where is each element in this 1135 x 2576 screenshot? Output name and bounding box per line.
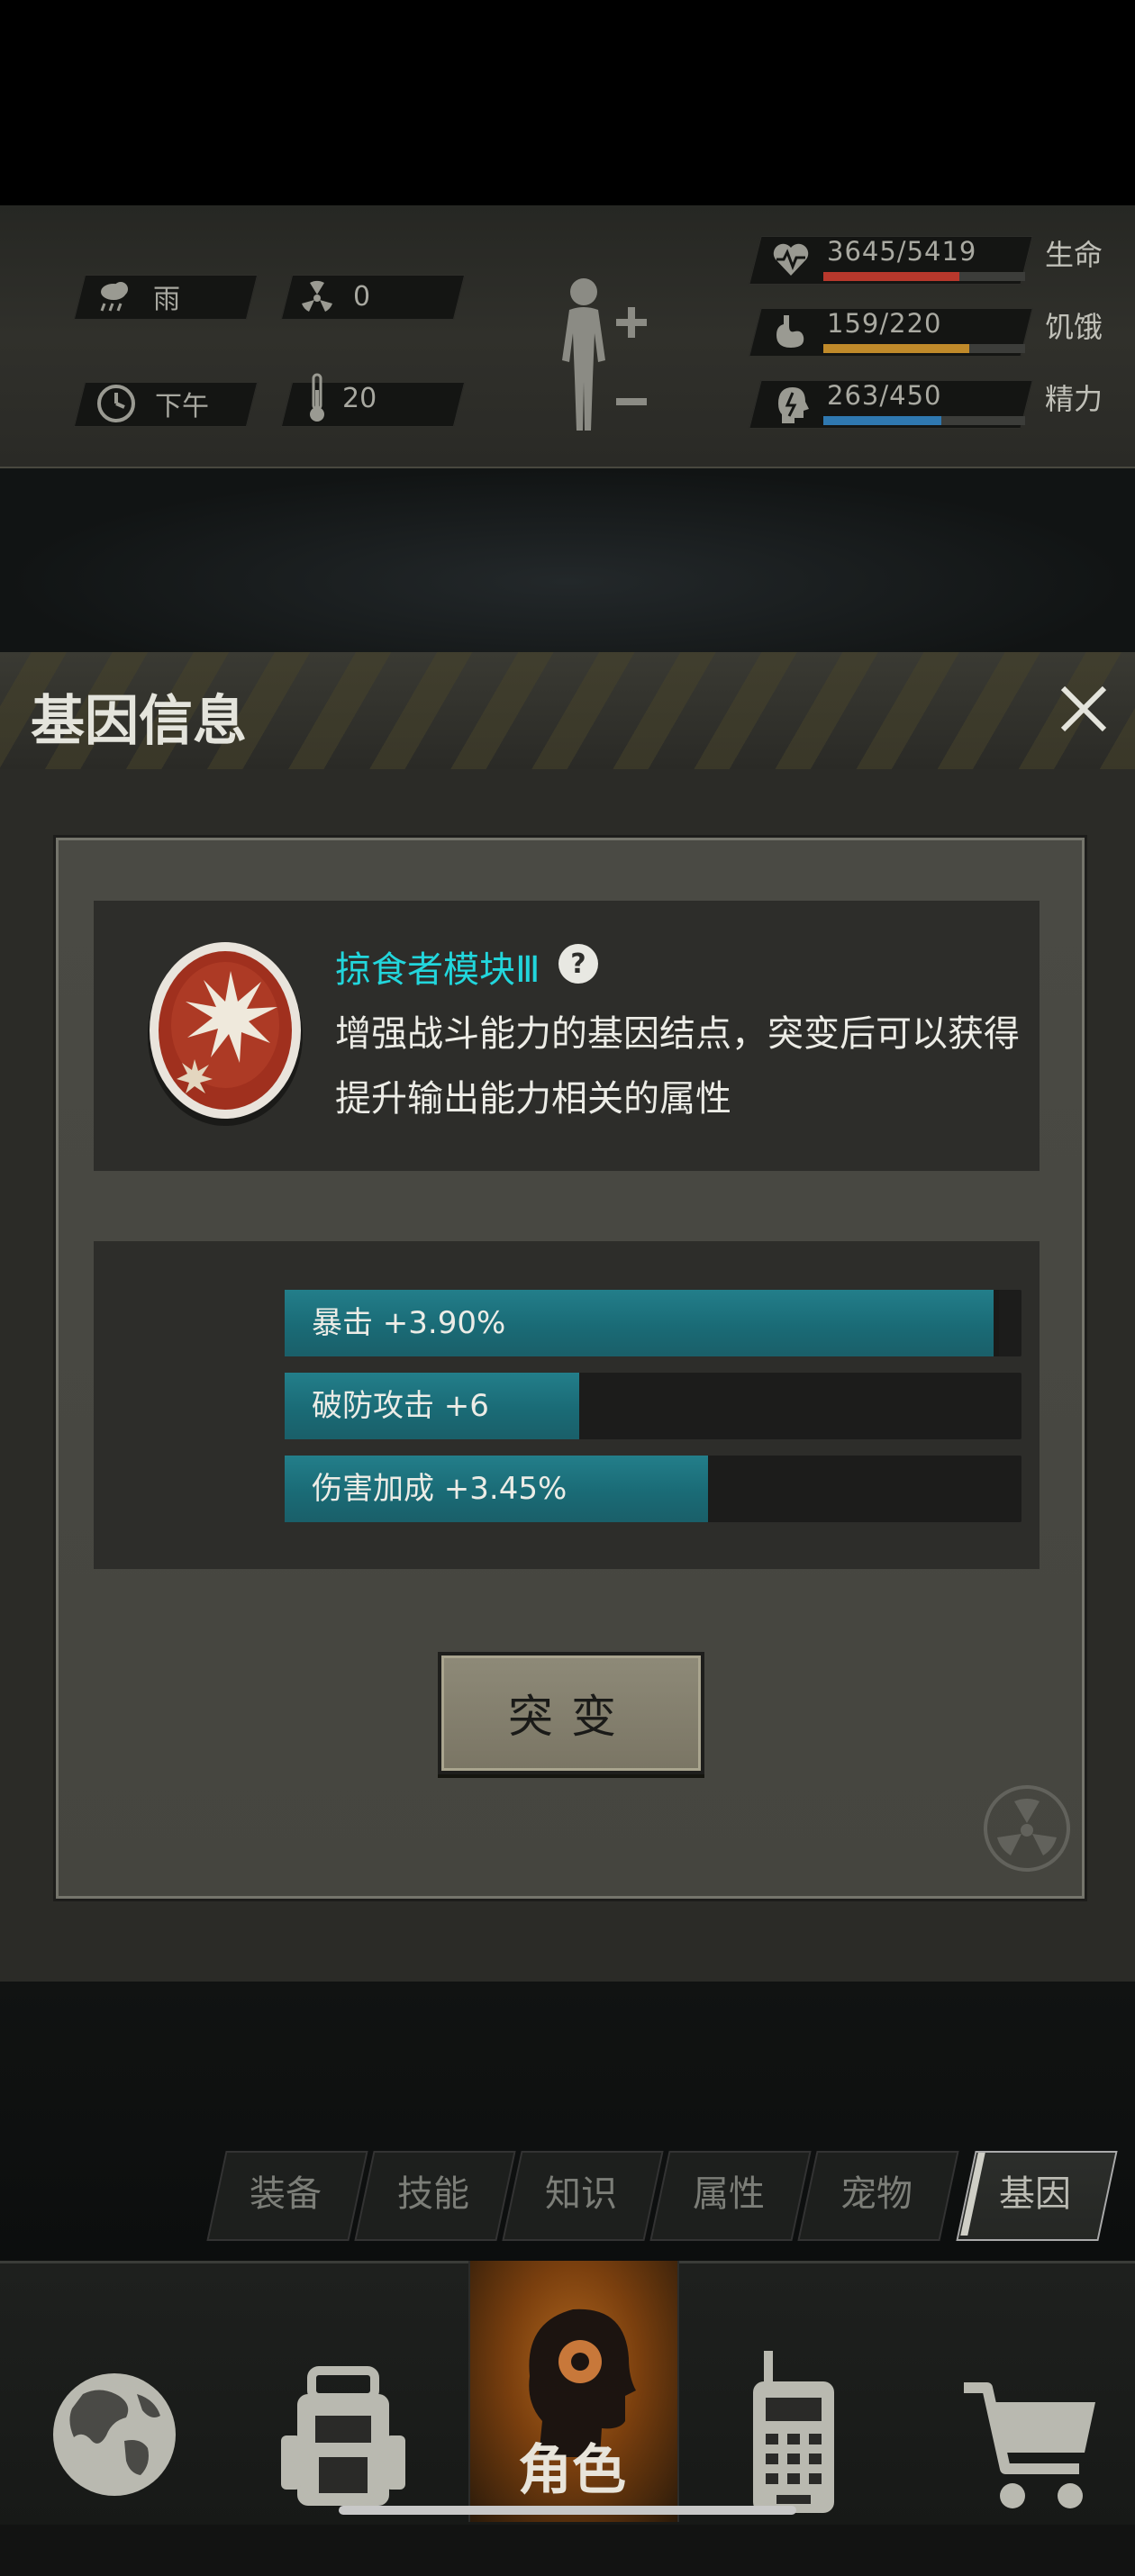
close-icon[interactable] — [1054, 679, 1113, 739]
backpack-icon[interactable] — [276, 2311, 411, 2569]
thermometer-icon — [310, 373, 324, 422]
hunger-bar — [823, 344, 1025, 353]
energy-value: 263/450 — [827, 380, 942, 411]
clock-icon — [97, 385, 135, 422]
nav-role-label: 角色 — [518, 2439, 626, 2502]
stomach-icon — [776, 315, 804, 348]
globe-icon[interactable] — [47, 2306, 182, 2563]
scene-background — [0, 468, 1135, 658]
top-black-band — [0, 0, 1135, 205]
stat-row-hunger: 159/220 饥饿 — [749, 304, 1124, 358]
temperature-chip: 20 — [304, 373, 377, 422]
energy-label: 精力 — [1045, 382, 1103, 416]
attribute-label: 暴击 +3.90% — [312, 1305, 506, 1341]
dialog-title: 基因信息 — [31, 690, 247, 753]
time-label: 下午 — [155, 391, 209, 422]
attribute-label: 破防攻击 +6 — [312, 1388, 489, 1424]
tab-label: 宠物 — [840, 2173, 913, 2215]
home-indicator — [339, 2506, 796, 2515]
predator-gene-emblem-icon — [148, 942, 303, 1126]
radiation-chip: 0 — [299, 275, 370, 318]
energy-bar — [823, 416, 1025, 425]
walkie-talkie-icon[interactable] — [744, 2304, 843, 2562]
health-label: 生命 — [1045, 238, 1103, 272]
attribute-box: 暴击 +3.90% 破防攻击 +6 伤害加成 +3.45% — [94, 1241, 1040, 1569]
stat-row-energy: 263/450 精力 — [749, 376, 1124, 431]
gene-description: 增强战斗能力的基因结点，突变后可以获得提升输出能力相关的属性 — [335, 1013, 1020, 1120]
weather-label: 雨 — [153, 284, 180, 315]
rain-cloud-icon — [100, 282, 128, 312]
health-value: 3645/5419 — [827, 236, 977, 267]
attribute-label: 伤害加成 +3.45% — [312, 1471, 568, 1507]
hunger-label: 饥饿 — [1045, 310, 1103, 344]
radiation-icon — [302, 280, 332, 312]
attribute-bar-crit: 暴击 +3.90% — [285, 1290, 1022, 1356]
body-adjust-icon[interactable] — [546, 270, 654, 441]
tab-label: 装备 — [250, 2173, 322, 2215]
shopping-cart-icon[interactable] — [958, 2318, 1103, 2576]
tab-label: 属性 — [693, 2173, 765, 2215]
temperature-value: 20 — [342, 382, 377, 414]
weather-chip: 雨 — [95, 275, 180, 318]
tab-label: 知识 — [545, 2173, 617, 2215]
energy-head-icon — [778, 387, 809, 423]
attribute-bar-damage-bonus: 伤害加成 +3.45% — [285, 1456, 1022, 1522]
health-bar — [823, 272, 1025, 281]
gene-title-row: 掠食者模块Ⅲ — [335, 940, 540, 993]
mutate-button[interactable]: 突变 — [438, 1652, 704, 1774]
tab-label: 技能 — [397, 2173, 469, 2215]
gene-name: 掠食者模块Ⅲ — [335, 949, 540, 991]
status-bar: 雨 0 下午 20 3645/5419 生命 159/220 饥饿 263/45… — [0, 205, 1135, 469]
radiation-value: 0 — [353, 280, 371, 313]
attribute-bar-armor-break: 破防攻击 +6 — [285, 1373, 1022, 1439]
radiation-icon — [984, 1785, 1070, 1872]
svg-text:?: ? — [570, 948, 586, 980]
stat-row-health: 3645/5419 生命 — [749, 232, 1124, 286]
question-icon[interactable]: ? — [557, 942, 600, 985]
hunger-value: 159/220 — [827, 308, 942, 339]
time-chip: 下午 — [95, 382, 209, 425]
tab-label: 基因 — [999, 2173, 1071, 2215]
heart-rate-icon — [773, 243, 809, 276]
